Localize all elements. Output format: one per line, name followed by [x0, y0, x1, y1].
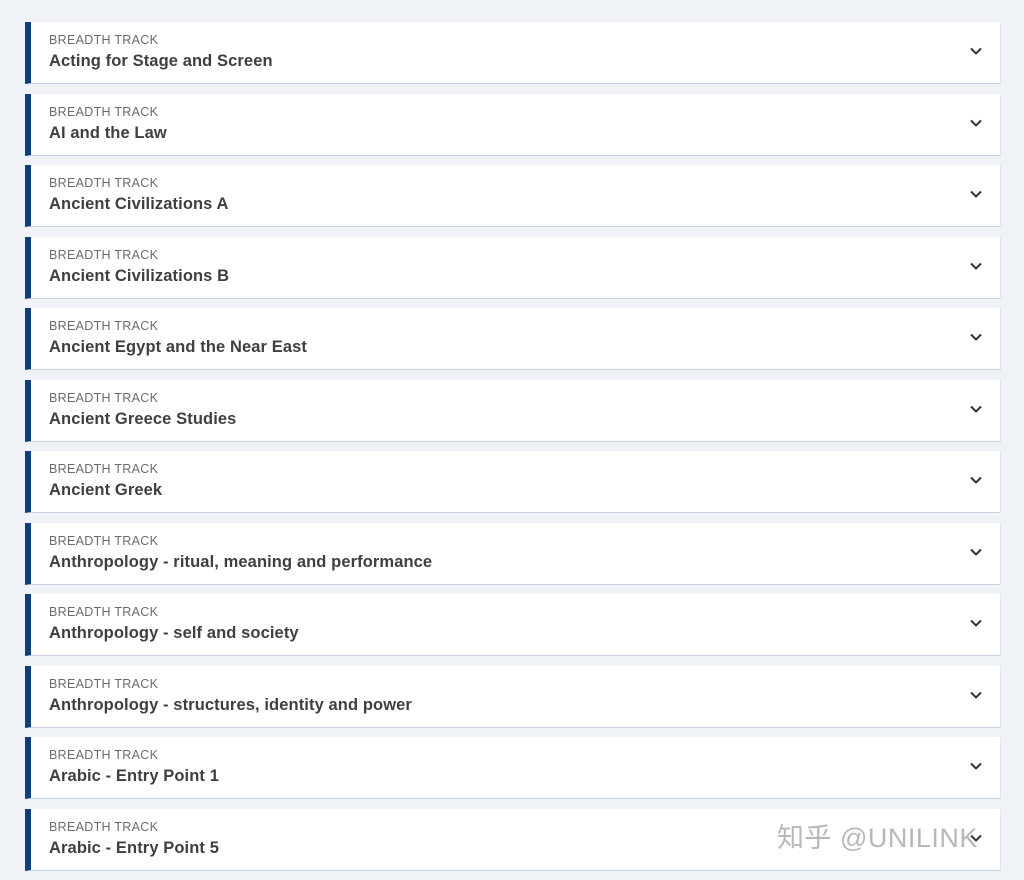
chevron-down-icon[interactable] [968, 401, 984, 417]
track-category-label: BREADTH TRACK [49, 104, 159, 119]
track-title: Ancient Civilizations A [49, 195, 229, 213]
chevron-down-icon[interactable] [968, 258, 984, 274]
track-accordion-item[interactable]: BREADTH TRACK Anthropology - structures,… [25, 665, 1001, 728]
track-title: AI and the Law [49, 123, 167, 142]
breadth-track-list: BREADTH TRACK Acting for Stage and Scree… [25, 22, 1001, 880]
chevron-down-icon[interactable] [968, 615, 984, 631]
track-title: Anthropology - ritual, meaning and perfo… [49, 552, 433, 571]
chevron-down-icon[interactable] [968, 472, 984, 488]
chevron-down-icon[interactable] [968, 687, 984, 703]
track-category-label: BREADTH TRACK [49, 176, 159, 190]
track-category-label: BREADTH TRACK [49, 319, 159, 333]
track-category-label: BREADTH TRACK [49, 819, 159, 834]
track-title: Ancient Egypt and the Near East [49, 338, 307, 356]
track-category-label: BREADTH TRACK [49, 676, 159, 691]
chevron-down-icon[interactable] [968, 43, 984, 59]
chevron-down-icon[interactable] [968, 758, 984, 774]
track-title: Ancient Greek [49, 481, 163, 499]
track-title: Anthropology - structures, identity and … [49, 695, 412, 714]
track-title: Acting for Stage and Screen [49, 52, 273, 70]
track-accordion-item[interactable]: BREADTH TRACK Acting for Stage and Scree… [25, 22, 1001, 84]
track-accordion-item[interactable]: BREADTH TRACK Ancient Civilizations B [25, 236, 1001, 299]
track-title: Ancient Greece Studies [49, 409, 237, 428]
track-title: Arabic - Entry Point 5 [49, 838, 219, 857]
track-title: Anthropology - self and society [49, 624, 299, 642]
track-category-label: BREADTH TRACK [49, 33, 159, 47]
chevron-down-icon[interactable] [968, 544, 984, 560]
track-accordion-item[interactable]: BREADTH TRACK Ancient Egypt and the Near… [25, 308, 1001, 370]
track-accordion-item[interactable]: BREADTH TRACK Arabic - Entry Point 1 [25, 737, 1001, 799]
track-accordion-item[interactable]: BREADTH TRACK Ancient Greek [25, 451, 1001, 513]
track-accordion-item[interactable]: BREADTH TRACK Anthropology - self and so… [25, 594, 1001, 656]
track-title: Arabic - Entry Point 1 [49, 767, 219, 785]
track-accordion-item[interactable]: BREADTH TRACK Arabic - Entry Point 5 [25, 808, 1001, 871]
chevron-down-icon[interactable] [968, 115, 984, 131]
chevron-down-icon[interactable] [968, 329, 984, 345]
track-title: Ancient Civilizations B [49, 266, 230, 285]
track-category-label: BREADTH TRACK [49, 462, 159, 476]
track-category-label: BREADTH TRACK [49, 748, 159, 762]
track-accordion-item[interactable]: BREADTH TRACK Anthropology - ritual, mea… [25, 522, 1001, 585]
track-accordion-item[interactable]: BREADTH TRACK Ancient Civilizations A [25, 165, 1001, 227]
track-category-label: BREADTH TRACK [49, 247, 159, 262]
chevron-down-icon[interactable] [968, 830, 984, 846]
track-accordion-item[interactable]: BREADTH TRACK AI and the Law [25, 93, 1001, 156]
track-category-label: BREADTH TRACK [49, 390, 159, 405]
track-category-label: BREADTH TRACK [49, 605, 159, 619]
track-accordion-item[interactable]: BREADTH TRACK Ancient Greece Studies [25, 379, 1001, 442]
chevron-down-icon[interactable] [968, 186, 984, 202]
track-category-label: BREADTH TRACK [49, 533, 159, 548]
